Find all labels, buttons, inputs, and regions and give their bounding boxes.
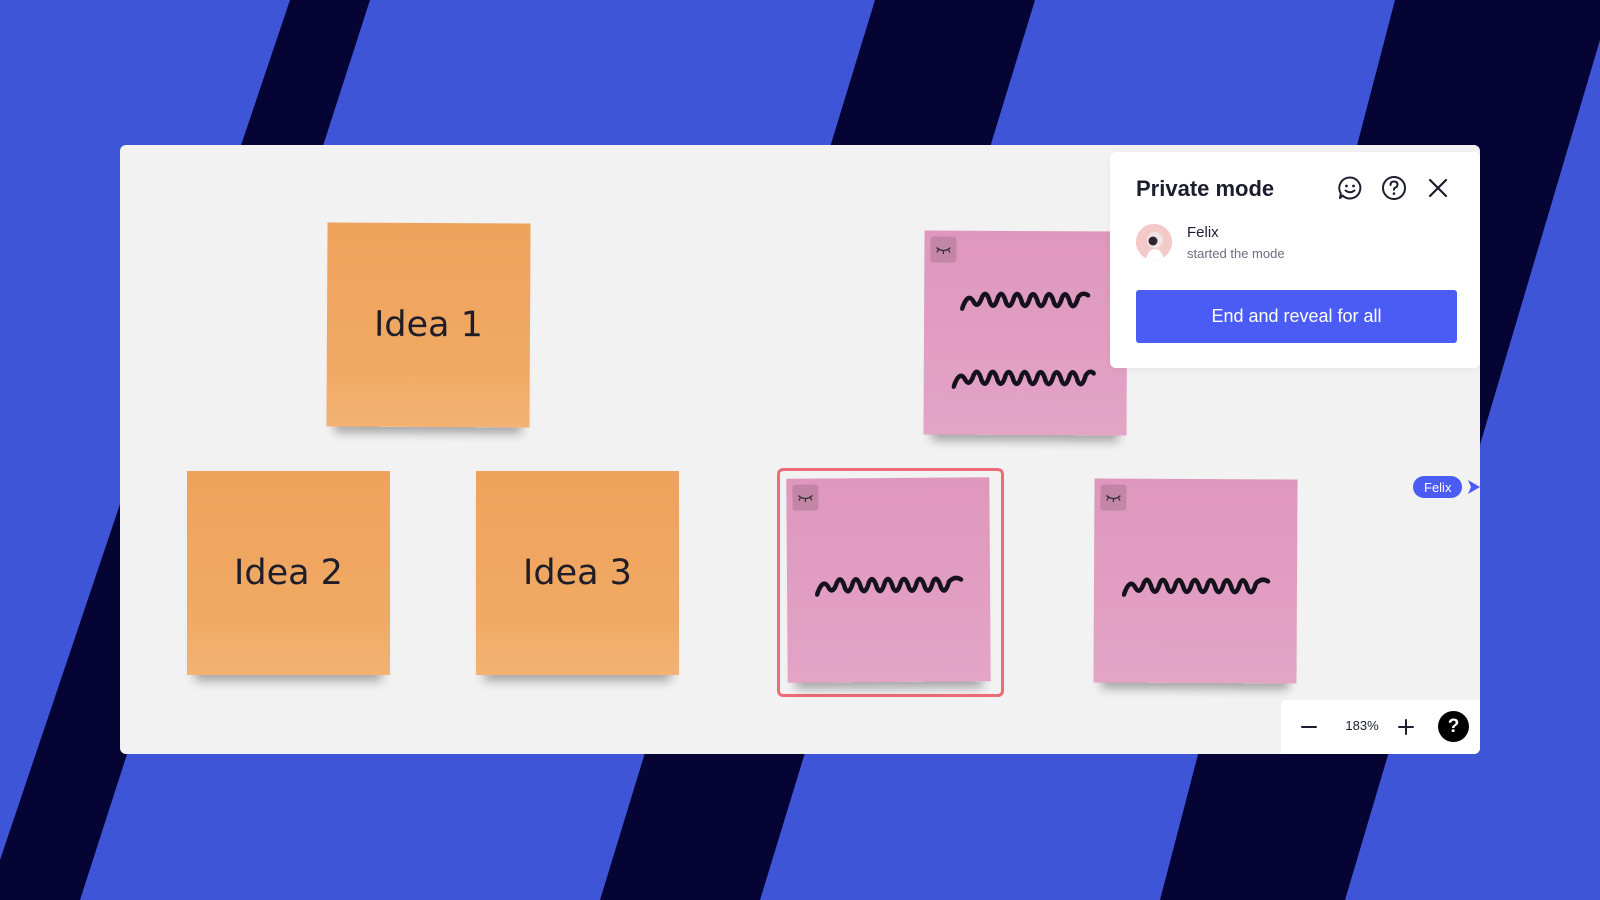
scribble-icon [960, 291, 1091, 311]
sticky-note-idea-2[interactable]: Idea 2 [187, 471, 390, 675]
sticky-note-label: Idea 2 [234, 553, 343, 593]
zoom-in-button[interactable] [1392, 713, 1420, 741]
emoji-reaction-icon[interactable] [1336, 174, 1364, 202]
scribble-icon [1121, 577, 1271, 597]
zoom-level: 183% [1345, 718, 1379, 733]
hidden-sticky-note[interactable] [923, 230, 1128, 436]
closed-eye-icon [792, 484, 819, 511]
private-mode-panel: Private mode Felix started the mode End … [1110, 152, 1480, 368]
collaborator-cursor-label: Felix [1413, 476, 1463, 498]
plus-icon [1398, 719, 1414, 735]
sticky-note-idea-1[interactable]: Idea 1 [326, 222, 531, 428]
close-icon[interactable] [1424, 174, 1452, 202]
panel-title: Private mode [1136, 176, 1275, 201]
avatar [1136, 224, 1172, 260]
user-name: Felix [1187, 224, 1219, 241]
minus-icon [1301, 726, 1317, 728]
cursor-arrow-icon [1468, 480, 1480, 494]
sticky-note-label: Idea 1 [373, 304, 484, 346]
help-button[interactable]: ? [1438, 711, 1469, 742]
scribble-icon [814, 575, 964, 597]
closed-eye-icon [930, 236, 957, 263]
end-and-reveal-button[interactable]: End and reveal for all [1136, 290, 1457, 343]
zoom-out-button[interactable] [1295, 713, 1323, 741]
help-circle-icon[interactable] [1380, 174, 1408, 202]
sticky-note-idea-3[interactable]: Idea 3 [476, 471, 679, 675]
sticky-note-label: Idea 3 [523, 553, 632, 593]
closed-eye-icon [1100, 484, 1127, 511]
user-status: started the mode [1187, 246, 1285, 261]
zoom-controls: 183% ? [1281, 700, 1480, 754]
hidden-sticky-note[interactable] [1093, 478, 1298, 684]
hidden-sticky-note-selected[interactable] [786, 477, 991, 683]
scribble-icon [951, 369, 1096, 389]
